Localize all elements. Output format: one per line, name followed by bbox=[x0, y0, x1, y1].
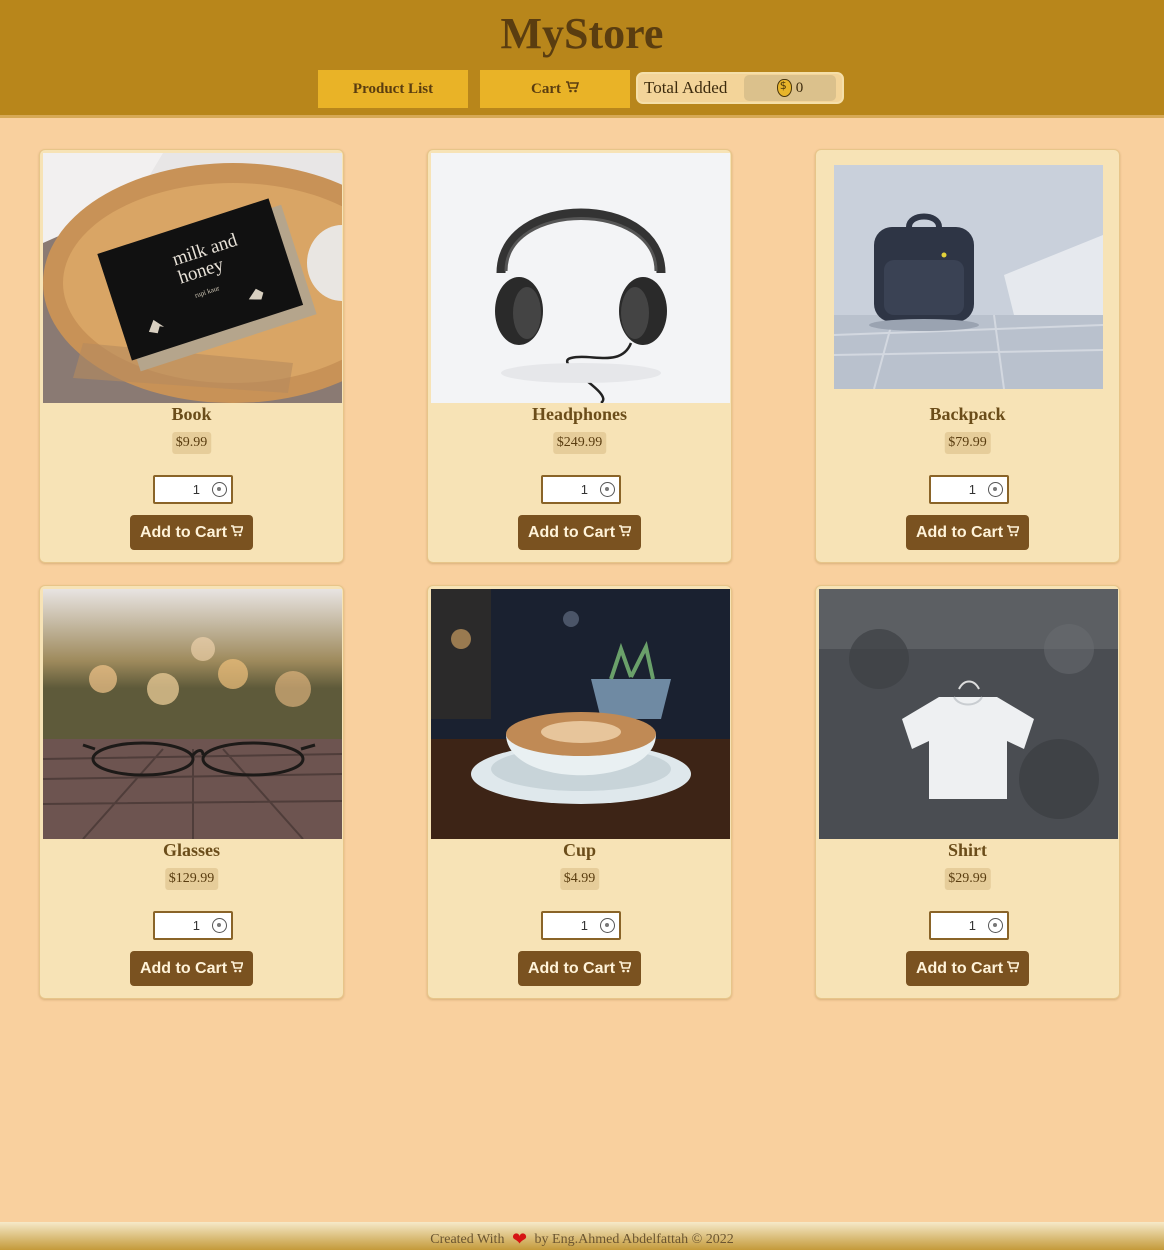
quantity-stepper[interactable]: 1 bbox=[153, 475, 233, 504]
add-to-cart-button[interactable]: Add to Cart bbox=[130, 951, 253, 986]
add-to-cart-label: Add to Cart bbox=[139, 959, 228, 977]
cart-icon bbox=[619, 525, 632, 540]
cart-icon bbox=[619, 961, 632, 976]
quantity-value: 1 bbox=[192, 482, 200, 497]
total-added-label: Total Added bbox=[644, 78, 728, 97]
product-price: $9.99 bbox=[171, 432, 212, 454]
quantity-value: 1 bbox=[580, 918, 588, 933]
brand-title: MyStore bbox=[500, 9, 664, 58]
add-to-cart-label: Add to Cart bbox=[527, 523, 616, 541]
product-price: $79.99 bbox=[944, 432, 991, 454]
quantity-stepper[interactable]: 1 bbox=[541, 911, 621, 940]
product-list-label: Product List bbox=[352, 80, 434, 97]
spinner-icon[interactable] bbox=[988, 482, 1003, 497]
product-name: Backpack bbox=[929, 404, 1006, 424]
header: MyStore Product List Cart Total Added 0 bbox=[0, 0, 1164, 118]
product-list-button[interactable]: Product List bbox=[318, 70, 468, 108]
footer-prefix: Created With bbox=[430, 1232, 505, 1247]
product-card: Backpack $79.99 1 Add to Cart bbox=[815, 149, 1120, 563]
footer: Created With ❤ by Eng.Ahmed Abdelfattah … bbox=[0, 1222, 1164, 1250]
product-price: $249.99 bbox=[552, 432, 607, 454]
spinner-icon[interactable] bbox=[212, 482, 227, 497]
cart-icon bbox=[231, 525, 244, 540]
cart-label: Cart bbox=[531, 80, 561, 97]
product-name: Shirt bbox=[947, 840, 987, 860]
quantity-stepper[interactable]: 1 bbox=[929, 475, 1009, 504]
add-to-cart-button[interactable]: Add to Cart bbox=[518, 515, 641, 550]
money-bag-icon bbox=[776, 79, 792, 97]
product-card: Glasses $129.99 1 Add to Cart bbox=[39, 585, 344, 999]
quantity-value: 1 bbox=[968, 918, 976, 933]
spinner-icon[interactable] bbox=[600, 918, 615, 933]
total-added-value: 0 bbox=[795, 79, 804, 96]
product-card: milk and honey rupi kaur Book $9.99 1 Ad… bbox=[39, 149, 344, 563]
footer-credit: by Eng.Ahmed Abdelfattah © 2022 bbox=[534, 1232, 734, 1247]
add-to-cart-label: Add to Cart bbox=[915, 959, 1004, 977]
product-name: Cup bbox=[562, 840, 597, 860]
spinner-icon[interactable] bbox=[600, 482, 615, 497]
book-photo: milk and honey rupi kaur bbox=[43, 153, 342, 403]
shirt-photo bbox=[819, 589, 1118, 839]
cart-icon bbox=[1007, 961, 1020, 976]
add-to-cart-label: Add to Cart bbox=[527, 959, 616, 977]
backpack-photo bbox=[834, 165, 1103, 389]
product-card: Shirt $29.99 1 Add to Cart bbox=[815, 585, 1120, 999]
product-card: Cup $4.99 1 Add to Cart bbox=[427, 585, 732, 999]
product-name: Book bbox=[171, 404, 212, 424]
quantity-value: 1 bbox=[968, 482, 976, 497]
product-name: Glasses bbox=[162, 840, 220, 860]
add-to-cart-button[interactable]: Add to Cart bbox=[518, 951, 641, 986]
quantity-value: 1 bbox=[192, 918, 200, 933]
add-to-cart-label: Add to Cart bbox=[915, 523, 1004, 541]
heart-icon: ❤ bbox=[511, 1229, 528, 1249]
spinner-icon[interactable] bbox=[988, 918, 1003, 933]
spinner-icon[interactable] bbox=[212, 918, 227, 933]
cart-icon bbox=[1007, 525, 1020, 540]
product-price: $4.99 bbox=[559, 868, 600, 890]
add-to-cart-button[interactable]: Add to Cart bbox=[906, 951, 1029, 986]
cup-photo bbox=[431, 589, 730, 839]
headphones-photo bbox=[431, 153, 730, 403]
quantity-stepper[interactable]: 1 bbox=[541, 475, 621, 504]
quantity-stepper[interactable]: 1 bbox=[929, 911, 1009, 940]
cart-icon bbox=[566, 81, 580, 97]
total-added-box: Total Added 0 bbox=[636, 72, 844, 104]
quantity-stepper[interactable]: 1 bbox=[153, 911, 233, 940]
cart-button[interactable]: Cart bbox=[480, 70, 630, 108]
total-added-value-box: 0 bbox=[744, 75, 836, 101]
product-price: $29.99 bbox=[944, 868, 991, 890]
add-to-cart-label: Add to Cart bbox=[139, 523, 228, 541]
glasses-photo bbox=[43, 589, 342, 839]
cart-icon bbox=[231, 961, 244, 976]
add-to-cart-button[interactable]: Add to Cart bbox=[130, 515, 253, 550]
add-to-cart-button[interactable]: Add to Cart bbox=[906, 515, 1029, 550]
quantity-value: 1 bbox=[580, 482, 588, 497]
product-name: Headphones bbox=[531, 404, 628, 424]
product-card: Headphones $249.99 1 Add to Cart bbox=[427, 149, 732, 563]
product-price: $129.99 bbox=[164, 868, 219, 890]
